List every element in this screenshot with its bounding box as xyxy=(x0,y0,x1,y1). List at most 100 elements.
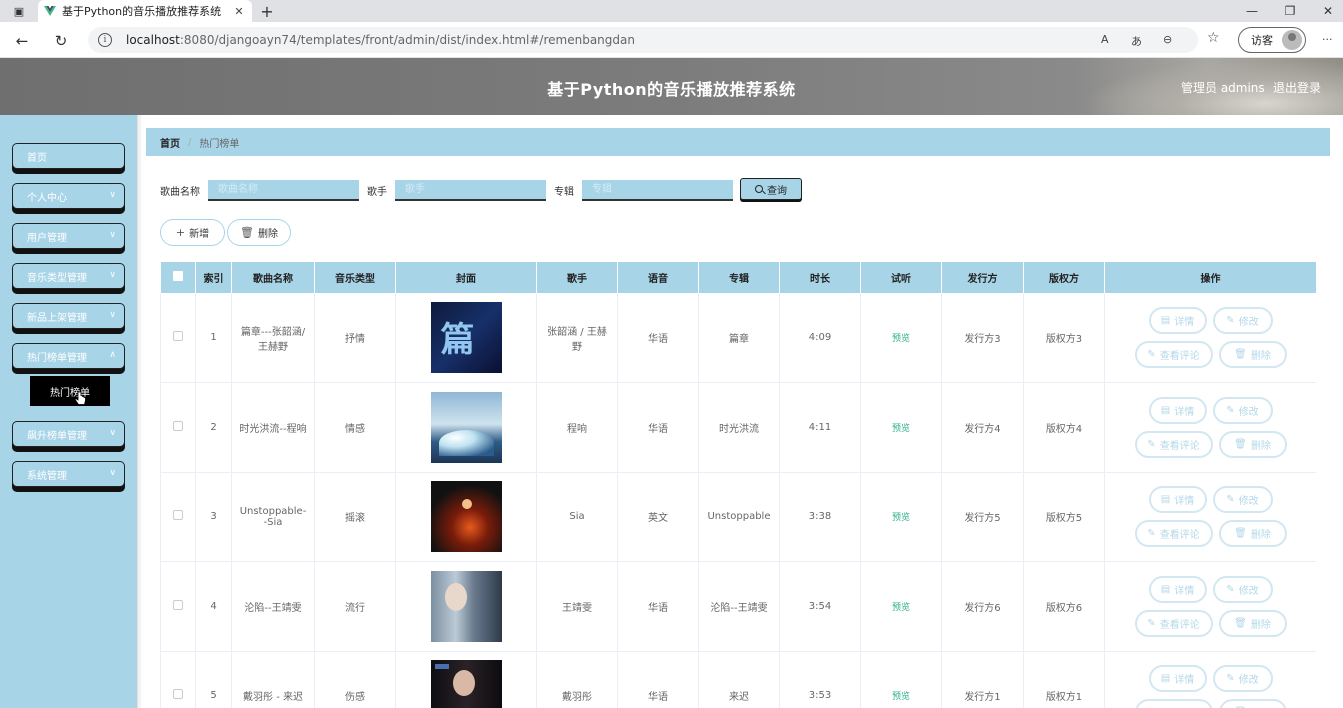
new-tab-icon[interactable]: + xyxy=(258,0,276,22)
edit-button[interactable]: ✎ 修改 xyxy=(1212,396,1273,424)
app-header: 基于Python的音乐播放推荐系统 管理员 admins 退出登录 xyxy=(0,58,1343,115)
profile-button[interactable]: 访客 xyxy=(1238,27,1306,53)
view-comments-button[interactable]: ✎查看评论 xyxy=(1134,520,1213,548)
cell-singer: 张韶涵 / 王赫野 xyxy=(536,293,618,383)
cell-copyright: 版权方6 xyxy=(1023,561,1105,652)
cell-song: Unstoppable--Sia xyxy=(231,472,315,562)
header-singer: 歌手 xyxy=(536,262,618,293)
info-icon[interactable]: i xyxy=(98,33,112,47)
favorites-icon[interactable]: ☆ xyxy=(1207,30,1220,46)
restore-icon[interactable]: ❐ xyxy=(1272,0,1308,22)
hand-cursor-icon xyxy=(74,391,86,405)
breadcrumb: 首页 / 热门榜单 xyxy=(146,128,1330,156)
minimize-icon[interactable]: — xyxy=(1234,0,1270,22)
select-all-checkbox[interactable] xyxy=(172,271,183,281)
preview-link[interactable]: 预览 xyxy=(892,692,910,702)
sidebar-item-system[interactable]: 系统管理 ∨ xyxy=(12,461,125,487)
row-delete-button[interactable]: 🗑删除 xyxy=(1218,341,1287,368)
submenu-hot-chart[interactable]: 热门榜单 xyxy=(30,376,110,406)
album-input[interactable] xyxy=(582,180,733,201)
header-cover: 封面 xyxy=(395,262,537,293)
row-delete-button[interactable]: 🗑删除 xyxy=(1218,430,1287,458)
breadcrumb-home[interactable]: 首页 xyxy=(160,135,180,150)
edit-button[interactable]: ✎ 修改 xyxy=(1212,307,1273,334)
preview-link[interactable]: 预览 xyxy=(892,513,910,523)
row-delete-button[interactable]: 🗑删除 xyxy=(1218,699,1287,708)
row-delete-button[interactable]: 🗑删除 xyxy=(1218,609,1287,637)
zoom-icon[interactable]: ⊖ xyxy=(1163,33,1172,46)
trash-icon: 🗑 xyxy=(1234,349,1247,360)
tab-close-icon[interactable]: ✕ xyxy=(232,5,246,18)
sidebar-item-rising-chart[interactable]: 飙升榜单管理 ∨ xyxy=(12,421,125,447)
translate-icon[interactable]: あ xyxy=(1131,33,1142,49)
row-checkbox[interactable] xyxy=(173,689,183,700)
edit-button[interactable]: ✎ 修改 xyxy=(1212,486,1273,514)
pencil-icon: ✎ xyxy=(1147,528,1156,540)
row-checkbox[interactable] xyxy=(173,599,183,610)
preview-link[interactable]: 预览 xyxy=(892,603,910,613)
chevron-down-icon: ∨ xyxy=(109,428,116,438)
singer-input[interactable] xyxy=(395,180,546,201)
pencil-icon: ✎ xyxy=(1226,673,1235,685)
sidebar-item-user-management[interactable]: 用户管理 ∨ xyxy=(12,223,125,249)
cell-publisher: 发行方6 xyxy=(941,561,1024,652)
detail-button[interactable]: ▤ 详情 xyxy=(1148,665,1207,693)
refresh-icon[interactable]: ↻ xyxy=(51,31,71,51)
back-icon[interactable]: ← xyxy=(12,31,32,51)
logout-link[interactable]: 退出登录 xyxy=(1273,79,1321,96)
more-icon[interactable]: ··· xyxy=(1322,33,1333,46)
cell-copyright: 版权方3 xyxy=(1023,293,1105,383)
pencil-icon: ✎ xyxy=(1226,583,1235,595)
sidebar-item-hot-chart[interactable]: 热门榜单管理 ∧ xyxy=(12,343,125,369)
pencil-icon: ✎ xyxy=(1147,349,1156,360)
edit-button[interactable]: ✎ 修改 xyxy=(1212,665,1273,693)
detail-button[interactable]: ▤ 详情 xyxy=(1148,575,1207,603)
table-row: 1 篇章---张韶涵/王赫野 抒情 篇 张韶涵 / 王赫野 华语 篇章 4:09… xyxy=(160,293,1316,383)
cell-album: 时光洪流 xyxy=(698,382,780,473)
row-checkbox[interactable] xyxy=(173,331,183,341)
song-name-label: 歌曲名称 xyxy=(160,187,200,198)
sidebar-item-new-releases[interactable]: 新品上架管理 ∨ xyxy=(12,303,125,329)
header-language: 语音 xyxy=(617,262,699,293)
header-publisher: 发行方 xyxy=(941,262,1024,293)
read-aloud-icon[interactable]: A xyxy=(1101,33,1109,46)
preview-link[interactable]: 预览 xyxy=(892,334,910,344)
row-checkbox[interactable] xyxy=(173,420,183,431)
header-duration: 时长 xyxy=(779,262,861,293)
row-operations: ▤详情 ✎修改 ✎查看评论 🗑删除 xyxy=(1111,665,1310,708)
detail-button[interactable]: ▤ 详情 xyxy=(1148,486,1207,514)
header-copyright: 版权方 xyxy=(1023,262,1105,293)
song-name-input[interactable] xyxy=(208,180,359,201)
page-title: 基于Python的音乐播放推荐系统 xyxy=(547,80,796,99)
preview-link[interactable]: 预览 xyxy=(892,424,910,434)
edit-button[interactable]: ✎ 修改 xyxy=(1212,575,1273,603)
view-comments-button[interactable]: ✎查看评论 xyxy=(1134,341,1213,368)
detail-button[interactable]: ▤ 详情 xyxy=(1148,396,1207,424)
sidebar-item-music-type[interactable]: 音乐类型管理 ∨ xyxy=(12,263,125,289)
cell-album: 沦陷--王靖雯 xyxy=(698,561,780,652)
cell-singer: 王靖雯 xyxy=(536,561,618,652)
sidebar-divider xyxy=(137,115,141,708)
close-window-icon[interactable]: ✕ xyxy=(1310,0,1343,22)
view-comments-button[interactable]: ✎查看评论 xyxy=(1134,609,1213,637)
row-delete-button[interactable]: 🗑删除 xyxy=(1218,520,1287,548)
view-comments-button[interactable]: ✎查看评论 xyxy=(1134,430,1213,458)
delete-button[interactable]: 🗑 删除 xyxy=(227,219,291,246)
cell-publisher: 发行方4 xyxy=(941,382,1024,473)
admin-username: 管理员 admins xyxy=(1181,81,1265,95)
row-checkbox[interactable] xyxy=(173,510,183,521)
header-type: 音乐类型 xyxy=(314,262,396,293)
browser-tab[interactable]: 基于Python的音乐播放推荐系统 ✕ xyxy=(38,0,252,22)
query-button[interactable]: 查询 xyxy=(740,178,802,200)
pencil-icon: ✎ xyxy=(1226,404,1235,416)
sidebar-item-personal-center[interactable]: 个人中心 ∨ xyxy=(12,183,125,209)
view-comments-button[interactable]: ✎查看评论 xyxy=(1134,699,1213,708)
url-field[interactable]: i localhost:8080/djangoayn74/templates/f… xyxy=(88,27,1198,53)
cell-language: 华语 xyxy=(617,382,699,473)
add-button[interactable]: + 新增 xyxy=(160,219,225,246)
header-preview: 试听 xyxy=(860,262,942,293)
detail-button[interactable]: ▤ 详情 xyxy=(1148,307,1207,334)
row-operations: ▤详情 ✎修改 ✎查看评论 🗑删除 xyxy=(1111,396,1310,458)
tab-actions-icon[interactable]: ▣ xyxy=(10,2,28,20)
sidebar-item-home[interactable]: 首页 xyxy=(12,143,125,169)
